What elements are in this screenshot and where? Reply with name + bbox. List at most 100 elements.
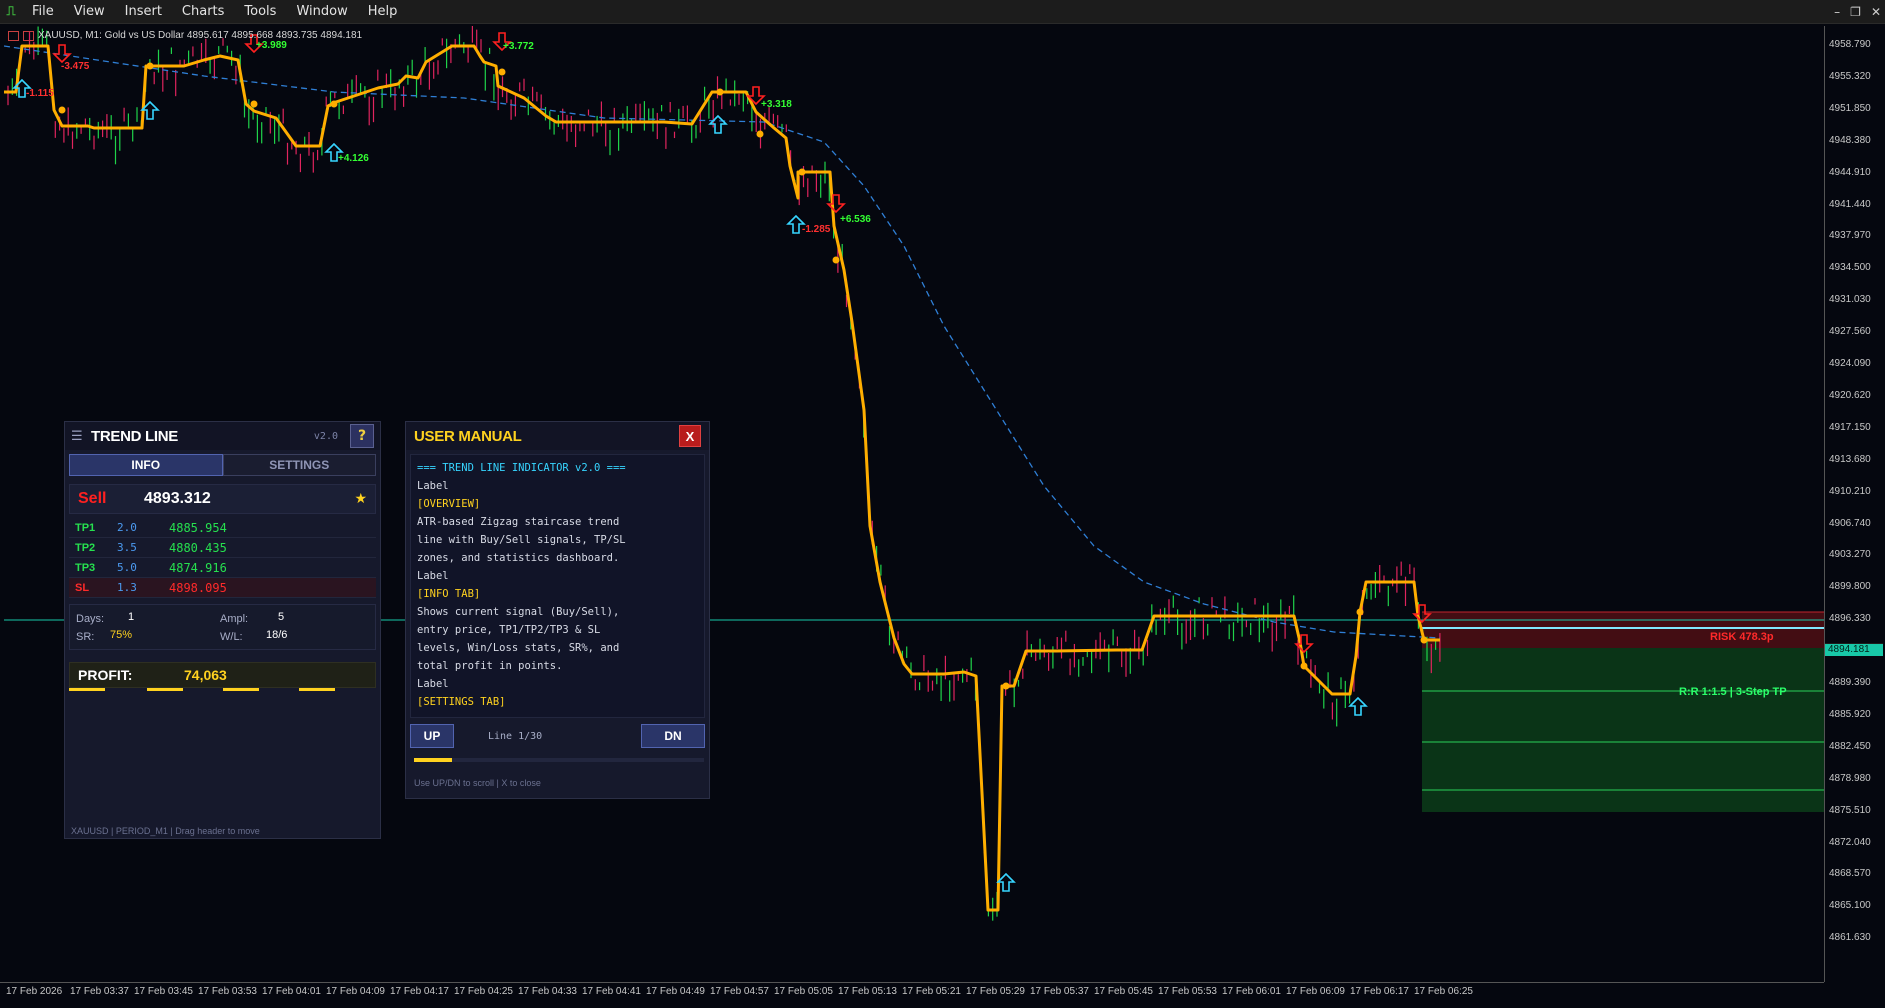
manual-body: === TREND LINE INDICATOR v2.0 === Label [O… [410, 454, 705, 718]
signal-label: -3.475 [61, 61, 90, 72]
user-manual-panel[interactable]: USER MANUAL X === TREND LINE INDICATOR v… [405, 421, 710, 799]
signal-label: -1.115 [26, 88, 54, 99]
time-tick-label: 17 Feb 05:53 [1158, 986, 1217, 997]
menu-icon[interactable]: ☰ [71, 429, 85, 444]
ampl-value: 5 [278, 611, 285, 623]
manual-line: [INFO TAB] [417, 588, 481, 600]
level-mult: 1.3 [117, 581, 137, 594]
chart-window-icon[interactable] [8, 30, 19, 41]
menu-help[interactable]: Help [358, 0, 408, 24]
manual-line: zones, and statistics dashboard. [417, 552, 620, 564]
time-tick-label: 17 Feb 04:01 [262, 986, 321, 997]
trend-pivot [716, 88, 724, 96]
time-tick-label: 17 Feb 03:45 [134, 986, 193, 997]
price-tick-label: 4917.150 [1829, 421, 1871, 433]
menu-file[interactable]: File [22, 0, 64, 24]
minimize-icon[interactable]: – [1834, 5, 1840, 19]
level-price: 4898.095 [169, 580, 227, 595]
signal-label: +3.772 [503, 41, 534, 52]
time-tick-label: 17 Feb 2026 [6, 986, 63, 997]
time-tick-label: 17 Feb 04:41 [582, 986, 641, 997]
sr-value: 75% [110, 629, 133, 641]
menu-view[interactable]: View [64, 0, 115, 24]
time-tick-label: 17 Feb 04:33 [518, 986, 577, 997]
manual-scroll-thumb[interactable] [414, 758, 452, 762]
signal-label: +6.536 [840, 214, 871, 225]
price-tick-label: 4872.040 [1829, 836, 1871, 848]
time-tick-label: 17 Feb 05:45 [1094, 986, 1153, 997]
level-mult: 2.0 [117, 521, 137, 534]
entry-price: 4893.312 [144, 490, 211, 507]
price-tick-label: 4951.850 [1829, 102, 1871, 114]
menu-charts[interactable]: Charts [172, 0, 235, 24]
signal-type: Sell [78, 490, 107, 507]
trend-pivot [250, 100, 258, 108]
manual-line: [OVERVIEW] [417, 498, 481, 510]
trend-pivot [146, 62, 154, 70]
time-tick-label: 17 Feb 04:17 [390, 986, 449, 997]
price-tick-label: 4924.090 [1829, 358, 1871, 369]
manual-header[interactable]: USER MANUAL X [406, 422, 709, 450]
trend-pivot [798, 168, 806, 176]
manual-line: ATR-based Zigzag staircase trend [417, 516, 620, 528]
signal-label: +3.318 [761, 99, 792, 110]
level-price: 4874.916 [169, 560, 227, 575]
signal-label: +3.989 [256, 40, 287, 51]
time-tick-label: 17 Feb 05:29 [966, 986, 1025, 997]
price-tick-label: 4882.450 [1829, 740, 1871, 752]
signal-label: +4.126 [338, 153, 369, 164]
time-tick-label: 17 Feb 05:21 [902, 986, 961, 997]
price-tick-label: 4941.440 [1829, 198, 1871, 210]
tab-info[interactable]: INFO [69, 454, 223, 476]
reward-zone [1422, 648, 1824, 812]
panel-footer: XAUUSD | PERIOD_M1 | Drag header to move [71, 826, 260, 836]
help-button[interactable]: ? [350, 424, 374, 448]
buy-arrow-icon [996, 872, 1016, 892]
chart-settings-icon[interactable] [23, 30, 34, 41]
close-window-icon[interactable]: ✕ [1871, 5, 1881, 19]
manual-line: [SETTINGS TAB] [417, 696, 506, 708]
manual-line: Label [417, 480, 449, 492]
level-price: 4885.954 [169, 520, 227, 535]
close-manual-button[interactable]: X [679, 425, 701, 447]
price-tick-label: 4955.320 [1829, 70, 1871, 82]
profit-sparkline [69, 688, 376, 692]
ampl-label: Ampl: [220, 613, 249, 625]
levels-table: TP1 2.0 4885.954 TP2 3.5 4880.435 TP3 5.… [69, 518, 376, 598]
profit-value: 74,063 [184, 667, 227, 683]
price-tick-label: 4958.790 [1829, 39, 1871, 50]
level-name: SL [75, 581, 90, 594]
manual-scrollbar[interactable] [414, 758, 704, 762]
restore-icon[interactable]: ❐ [1850, 5, 1861, 19]
time-axis[interactable]: 17 Feb 2026 17 Feb 03:37 17 Feb 03:45 17 Fe… [0, 982, 1824, 1008]
menu-tools[interactable]: Tools [234, 0, 286, 24]
trend-pivot [498, 68, 506, 76]
price-tick-label: 4948.380 [1829, 134, 1871, 146]
price-tick-label: 4931.030 [1829, 294, 1871, 306]
manual-line: Shows current signal (Buy/Sell), [417, 606, 620, 618]
trend-line-panel[interactable]: ☰ TREND LINE v2.0 ? INFO SETTINGS Sell 4… [64, 421, 381, 839]
level-name: TP1 [75, 521, 96, 534]
panel-title: TREND LINE [91, 427, 179, 445]
panel-header[interactable]: ☰ TREND LINE v2.0 ? [65, 422, 380, 450]
price-tick-label: 4913.680 [1829, 453, 1871, 465]
level-price: 4880.435 [169, 540, 227, 555]
price-tick-label: 4906.740 [1829, 517, 1871, 529]
tab-settings[interactable]: SETTINGS [222, 454, 376, 476]
manual-line: === TREND LINE INDICATOR v2.0 === [417, 462, 626, 474]
scroll-up-button[interactable]: UP [410, 724, 454, 748]
level-mult: 5.0 [117, 561, 137, 574]
manual-line: line with Buy/Sell signals, TP/SL [417, 534, 626, 546]
level-name: TP3 [75, 561, 96, 574]
risk-label: RISK 478.3p [1710, 631, 1774, 643]
price-axis[interactable]: 4958.790 4955.320 4951.850 4948.380 4944.910… [1824, 26, 1885, 982]
menu-insert[interactable]: Insert [115, 0, 172, 24]
scroll-down-button[interactable]: DN [641, 724, 705, 748]
price-tick-label: 4944.910 [1829, 166, 1871, 178]
chart-header: XAUUSD, M1: Gold vs US Dollar 4895.617 4… [8, 30, 362, 41]
trend-pivot [330, 100, 338, 108]
menu-window[interactable]: Window [286, 0, 357, 24]
trend-pivot [1420, 636, 1428, 644]
time-tick-label: 17 Feb 06:09 [1286, 986, 1345, 997]
time-tick-label: 17 Feb 04:57 [710, 986, 769, 997]
